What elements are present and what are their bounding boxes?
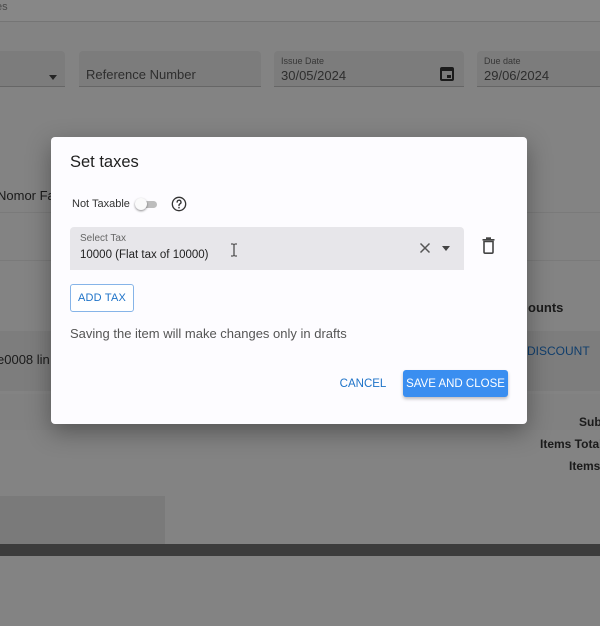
text-cursor-icon: [231, 243, 237, 257]
trash-icon[interactable]: [482, 237, 495, 254]
drafts-notice: Saving the item will make changes only i…: [70, 326, 347, 341]
add-tax-button[interactable]: ADD TAX: [70, 284, 134, 312]
not-taxable-row: Not Taxable: [72, 194, 187, 214]
close-icon[interactable]: [419, 242, 431, 254]
save-and-close-button[interactable]: SAVE AND CLOSE: [403, 370, 508, 397]
dialog-title: Set taxes: [70, 153, 139, 171]
select-tax-field[interactable]: Select Tax 10000 (Flat tax of 10000): [70, 227, 464, 270]
cancel-button[interactable]: CANCEL: [332, 372, 394, 396]
not-taxable-toggle[interactable]: [134, 197, 157, 211]
select-tax-label: Select Tax: [80, 233, 126, 244]
toggle-thumb: [134, 198, 147, 210]
set-taxes-dialog: Set taxes Not Taxable Select Tax 10000 (…: [51, 137, 527, 424]
caret-down-icon[interactable]: [442, 246, 450, 251]
not-taxable-label: Not Taxable: [72, 198, 130, 210]
help-circle-icon[interactable]: [171, 196, 187, 212]
select-tax-value: 10000 (Flat tax of 10000): [80, 249, 209, 261]
